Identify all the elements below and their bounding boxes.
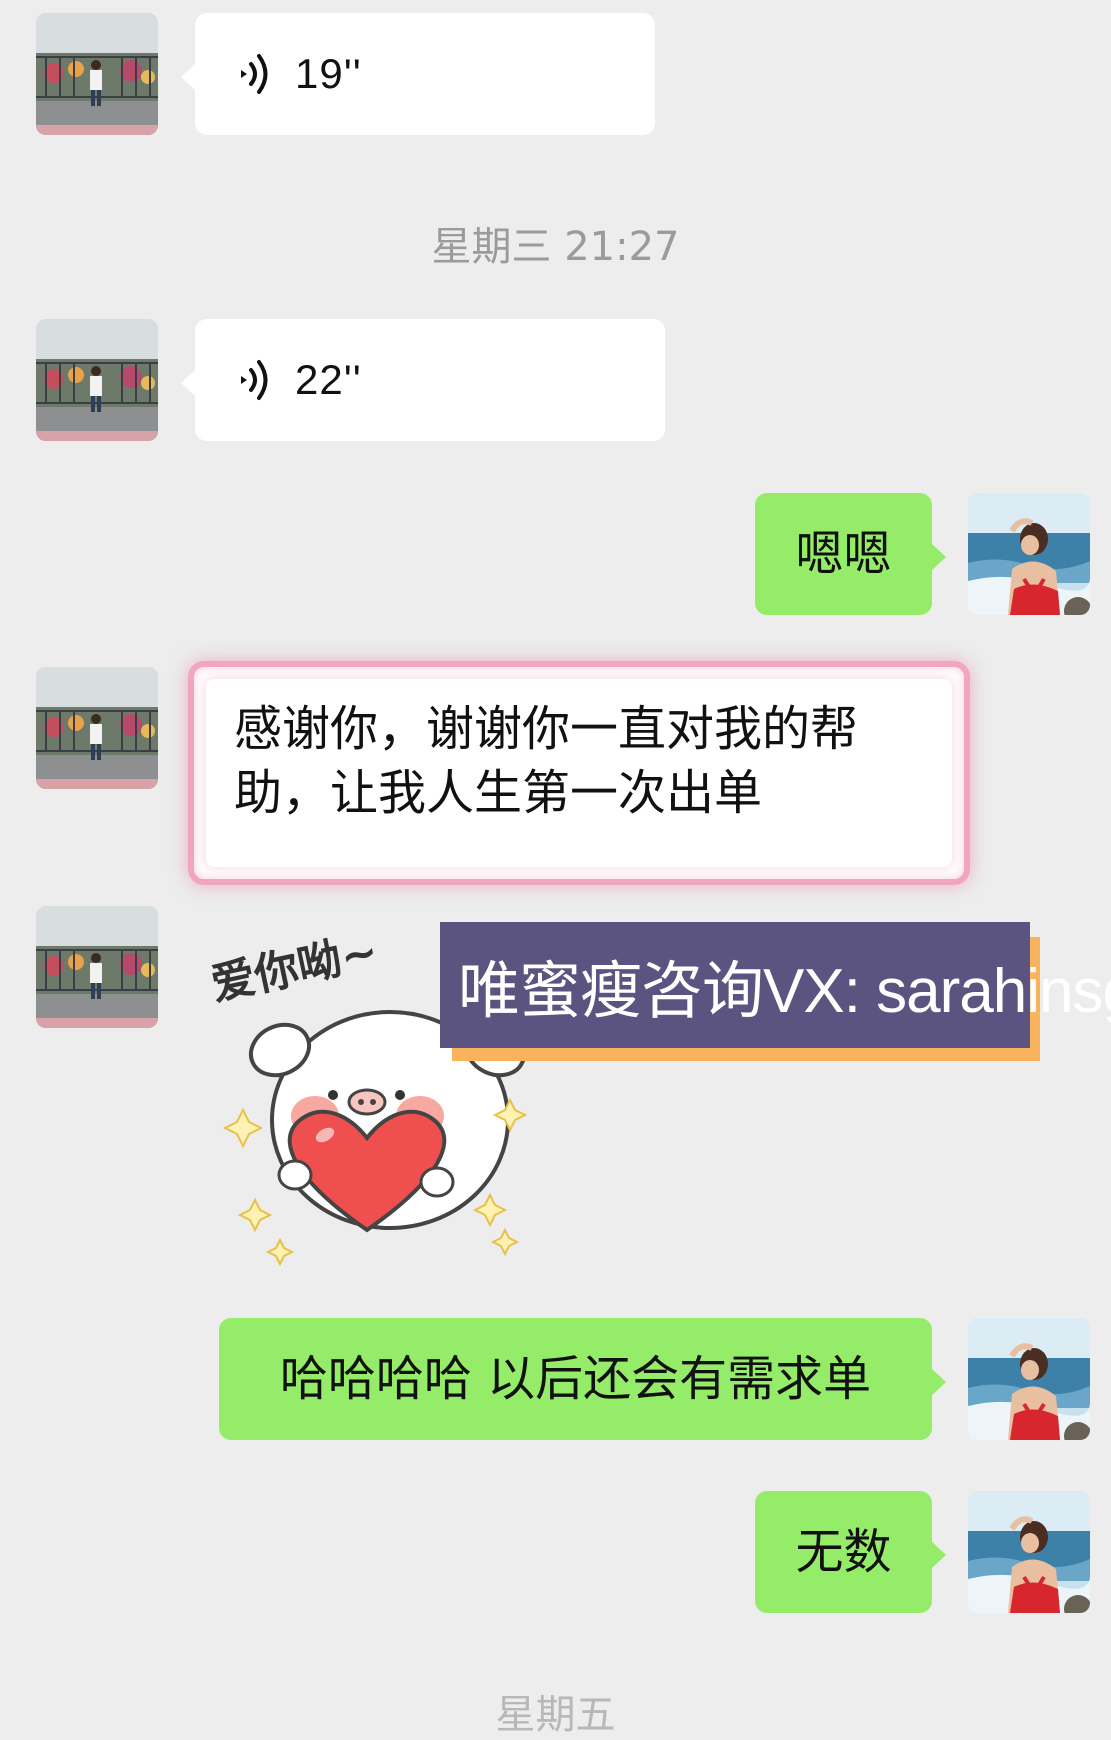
child-at-fence-photo	[36, 667, 158, 789]
message-text: 嗯嗯	[795, 526, 892, 582]
message-text: 哈哈哈哈 以后还会有需求单	[279, 1351, 872, 1407]
woman-at-sea-photo	[968, 1491, 1090, 1613]
chat-timestamp: 星期五	[495, 1692, 616, 1738]
outgoing-message-bubble[interactable]: 嗯嗯	[755, 493, 946, 615]
voice-message-bubble[interactable]: 22''	[181, 319, 665, 441]
message-text: 无数	[795, 1524, 892, 1580]
outgoing-message-bubble[interactable]: 无数	[755, 1491, 946, 1613]
voice-wave-icon	[237, 357, 273, 403]
contact-watermark-banner: 唯蜜瘦咨询VX: sarahinsg	[440, 922, 1111, 1048]
contact-avatar[interactable]	[36, 667, 158, 789]
chat-timestamp: 星期三 21:27	[431, 224, 680, 270]
user-avatar[interactable]	[968, 1491, 1090, 1613]
voice-message-bubble[interactable]: 19''	[181, 13, 655, 135]
voice-duration: 22''	[295, 356, 362, 403]
child-at-fence-photo	[36, 13, 158, 135]
user-avatar[interactable]	[968, 1318, 1090, 1440]
woman-at-sea-photo	[968, 493, 1090, 615]
contact-avatar[interactable]	[36, 906, 158, 1028]
user-avatar[interactable]	[968, 493, 1090, 615]
message-line: 感谢你，谢谢你一直对我的帮	[234, 701, 859, 757]
highlighted-message[interactable]: 感谢你，谢谢你一直对我的帮 助，让我人生第一次出单	[188, 661, 970, 885]
child-at-fence-photo	[36, 906, 158, 1028]
contact-avatar[interactable]	[36, 13, 158, 135]
voice-duration: 19''	[295, 50, 362, 97]
outgoing-message-bubble[interactable]: 哈哈哈哈 以后还会有需求单	[219, 1318, 946, 1440]
contact-avatar[interactable]	[36, 319, 158, 441]
message-text: 感谢你，谢谢你一直对我的帮 助，让我人生第一次出单	[234, 697, 884, 825]
woman-at-sea-photo	[968, 1318, 1090, 1440]
child-at-fence-photo	[36, 319, 158, 441]
sticker-caption: 爱你呦~	[207, 930, 383, 1011]
voice-wave-icon	[237, 51, 273, 97]
message-line: 助，让我人生第一次出单	[234, 765, 763, 821]
